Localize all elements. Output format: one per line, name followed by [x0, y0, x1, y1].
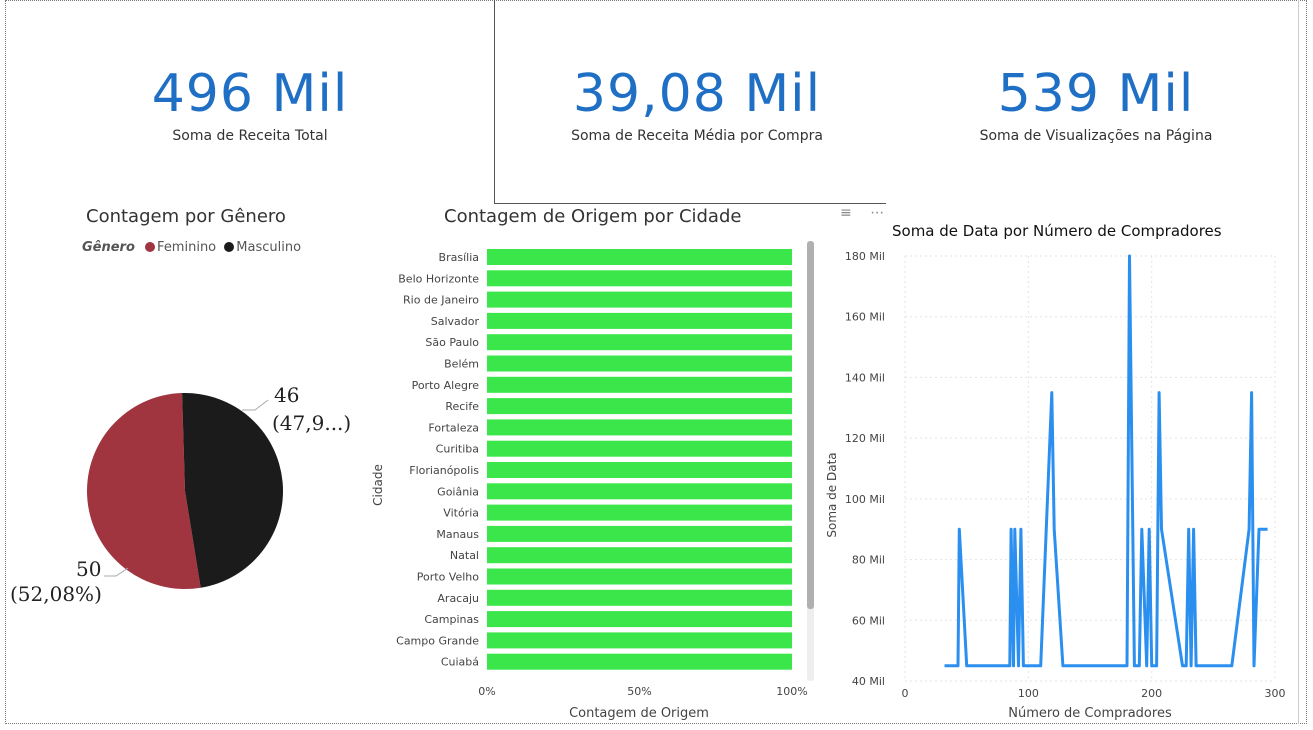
kpi-value: 539 Mil: [997, 64, 1195, 124]
gender-pie-chart[interactable]: 46 (47,9...) 50 (52,08%): [0, 360, 380, 620]
city-x-tick: 100%: [776, 685, 807, 698]
gender-legend: Gênero Feminino Masculino: [82, 240, 301, 255]
city-bar[interactable]: [487, 440, 792, 457]
pie-slice-masculino[interactable]: [182, 393, 283, 588]
more-options-icon[interactable]: ⋯: [870, 205, 884, 221]
kpi-card-receita-media[interactable]: 39,08 Mil Soma de Receita Média por Comp…: [552, 66, 842, 144]
line-y-tick: 180 Mil: [845, 250, 885, 263]
line-x-tick: 300: [1265, 687, 1286, 700]
line-y-tick: 60 Mil: [852, 614, 885, 627]
line-chart-xlabel: Número de Compradores: [1008, 706, 1172, 721]
kpi-card-visualizacoes[interactable]: 539 Mil Soma de Visualizações na Página: [966, 66, 1226, 144]
city-tick-label: São Paulo: [425, 336, 479, 349]
city-tick-label: Natal: [450, 549, 479, 562]
city-bar[interactable]: [487, 589, 792, 606]
city-x-tick: 50%: [627, 685, 651, 698]
city-bar[interactable]: [487, 611, 792, 628]
pie-label-masc-pct: (47,9...): [272, 411, 351, 435]
pie-label-fem-value: 50: [76, 557, 101, 581]
city-tick-label: Campo Grande: [396, 634, 479, 647]
city-tick-label: Goiânia: [437, 485, 479, 498]
city-tick-label: Recife: [445, 400, 479, 413]
line-chart-title: Soma de Data por Número de Compradores: [892, 222, 1222, 240]
divider-vertical: [494, 0, 495, 204]
divider-horizontal: [494, 203, 886, 204]
city-tick-label: Belo Horizonte: [398, 272, 479, 285]
city-bar[interactable]: [487, 547, 792, 564]
line-x-tick: 100: [1018, 687, 1039, 700]
gender-chart-title: Contagem por Gênero: [86, 206, 286, 227]
city-tick-label: Campinas: [424, 613, 479, 626]
pie-leader-masculino: [242, 399, 269, 411]
legend-title: Gênero: [82, 240, 135, 255]
filter-icon[interactable]: ≡: [840, 205, 852, 221]
city-bar[interactable]: [487, 334, 792, 351]
scrollbar-thumb[interactable]: [807, 241, 814, 609]
pie-leader-feminino: [104, 567, 129, 577]
city-bar[interactable]: [487, 355, 792, 372]
city-bar[interactable]: [487, 632, 792, 649]
kpi-value: 496 Mil: [151, 64, 349, 124]
city-bar-chart[interactable]: Cidade Contagem de Origem Brasília Belo H…: [360, 240, 820, 725]
city-bar[interactable]: [487, 525, 792, 542]
city-bar[interactable]: [487, 568, 792, 585]
city-bar[interactable]: [487, 249, 792, 265]
city-x-tick: 0%: [478, 685, 495, 698]
pie-label-fem-pct: (52,08%): [10, 582, 102, 606]
kpi-label: Soma de Receita Total: [172, 128, 328, 144]
city-bar[interactable]: [487, 483, 792, 500]
city-bar[interactable]: [487, 462, 792, 478]
line-series[interactable]: [944, 254, 1268, 668]
pie-label-masc-value: 46: [274, 383, 299, 407]
city-tick-label: Cuiabá: [441, 656, 479, 669]
city-bar[interactable]: [487, 653, 792, 670]
line-chart-ylabel: Soma de Data: [825, 452, 839, 537]
line-chart[interactable]: 40 Mil 60 Mil 80 Mil 100 Mil 120 Mil 140 Mil 1…: [820, 240, 1298, 725]
city-bar[interactable]: [487, 376, 792, 393]
kpi-label: Soma de Visualizações na Página: [979, 128, 1213, 144]
city-tick-label: Curitiba: [436, 443, 479, 456]
city-tick-label: Belém: [444, 358, 479, 371]
city-chart-title: Contagem de Origem por Cidade: [444, 206, 742, 227]
line-y-tick: 160 Mil: [845, 311, 885, 324]
city-tick-label: Vitória: [443, 507, 479, 520]
legend-dot-feminino: [145, 242, 156, 252]
visual-header-icons: ≡ ⋯: [840, 205, 884, 221]
city-chart-ylabel: Cidade: [371, 464, 385, 506]
city-tick-label: Brasília: [439, 251, 479, 264]
kpi-label: Soma de Receita Média por Compra: [571, 128, 823, 144]
city-tick-label: Rio de Janeiro: [403, 294, 479, 307]
line-y-tick: 140 Mil: [845, 371, 885, 384]
city-bar[interactable]: [487, 504, 792, 521]
legend-label-feminino[interactable]: Feminino: [157, 240, 216, 255]
line-x-tick: 200: [1141, 687, 1162, 700]
legend-dot-masculino: [224, 242, 235, 252]
city-tick-label: Florianópolis: [409, 464, 479, 477]
city-bar[interactable]: [487, 312, 792, 329]
line-y-tick: 40 Mil: [852, 675, 885, 688]
city-chart-xlabel: Contagem de Origem: [569, 706, 709, 721]
kpi-card-receita-total[interactable]: 496 Mil Soma de Receita Total: [130, 66, 370, 144]
line-y-tick: 120 Mil: [845, 432, 885, 445]
line-y-tick: 80 Mil: [852, 554, 885, 567]
legend-label-masculino[interactable]: Masculino: [236, 240, 301, 255]
city-tick-label: Fortaleza: [428, 421, 479, 434]
city-tick-label: Salvador: [431, 315, 480, 328]
line-y-tick: 100 Mil: [845, 493, 885, 506]
city-tick-label: Manaus: [436, 528, 479, 541]
city-tick-label: Aracaju: [437, 592, 479, 605]
line-x-tick: 0: [902, 687, 909, 700]
city-bar[interactable]: [487, 291, 792, 308]
city-bar[interactable]: [487, 419, 792, 436]
city-chart-scrollbar[interactable]: [807, 241, 814, 681]
right-edge-panel: [1298, 0, 1307, 724]
city-bar[interactable]: [487, 398, 792, 415]
kpi-value: 39,08 Mil: [572, 64, 822, 124]
city-tick-label: Porto Alegre: [412, 379, 480, 392]
city-bar[interactable]: [487, 270, 792, 287]
city-tick-label: Porto Velho: [417, 571, 479, 584]
